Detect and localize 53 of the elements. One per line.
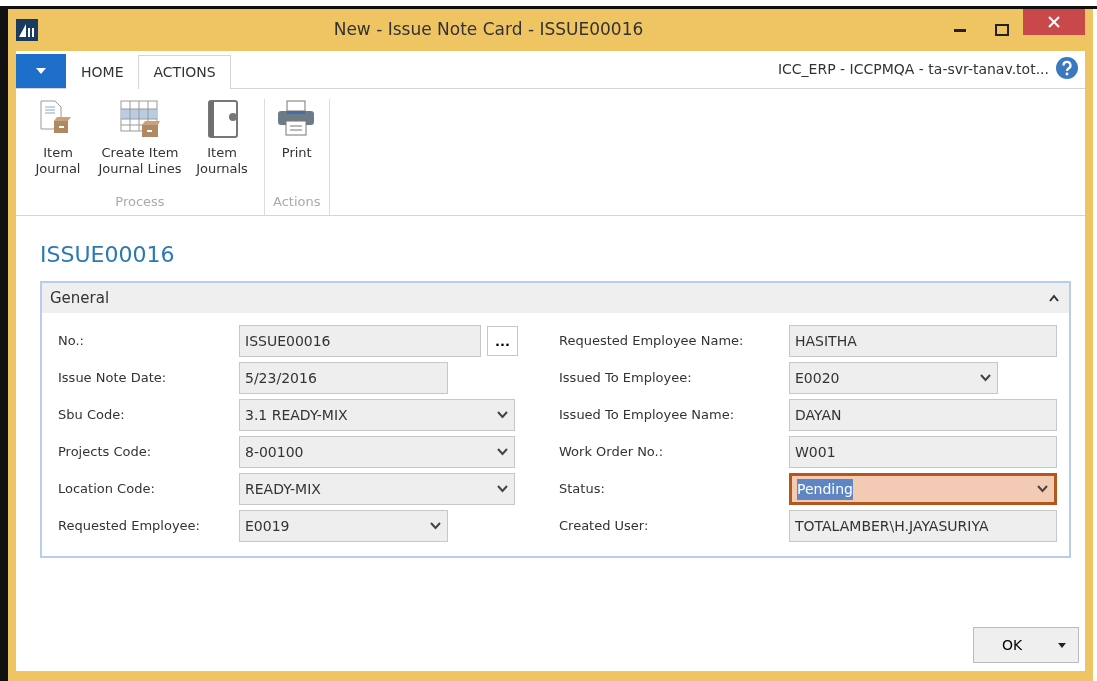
dropdown-field[interactable]: Pending	[789, 473, 1057, 505]
dropdown-field[interactable]: 3.1 READY-MIX	[239, 399, 515, 431]
minimize-icon	[954, 28, 966, 32]
chevron-icon	[980, 374, 991, 382]
field-label: Status:	[559, 480, 606, 499]
input-field[interactable]: 5/23/2016	[239, 362, 448, 394]
ribbon-action[interactable]: Print	[273, 99, 320, 192]
field-label: Projects Code:	[58, 443, 153, 462]
dropdown-field[interactable]: E0020	[789, 362, 998, 394]
chevron-icon	[497, 485, 508, 493]
field-label: Sbu Code:	[58, 406, 126, 425]
lookup-button[interactable]: ...	[487, 326, 518, 356]
field-label: Created User:	[559, 517, 650, 536]
chevron-icon	[1037, 485, 1048, 493]
ribbon-action[interactable]: Item Journal	[24, 99, 92, 192]
close-icon	[1048, 16, 1060, 28]
field-label: Work Order No.:	[559, 443, 665, 462]
group-label: Process	[115, 192, 165, 211]
input-field[interactable]: W001	[789, 436, 1057, 468]
field-label: Issued To Employee:	[559, 369, 693, 388]
field-label: Location Code:	[58, 480, 156, 499]
field-label: No.:	[58, 332, 85, 351]
section-title: General	[50, 287, 110, 309]
field-label: Issued To Employee Name:	[559, 406, 736, 425]
connection-text: ICC_ERP - ICCPMQA - ta-svr-tanav.tot...	[777, 60, 1049, 79]
dropdown-field[interactable]: E0019	[239, 510, 448, 542]
ribbon-action[interactable]: Create Item Journal Lines	[96, 99, 184, 192]
chevron-icon	[430, 522, 441, 530]
ribbon-action[interactable]: Item Journals	[188, 99, 256, 192]
input-field[interactable]: TOTALAMBER\H.JAYASURIYA	[789, 510, 1057, 542]
section-header[interactable]: General	[42, 283, 1069, 313]
chevron-icon	[497, 411, 508, 419]
input-field[interactable]: HASITHA	[789, 325, 1057, 357]
input-field[interactable]: ISSUE00016	[239, 325, 481, 357]
lines-icon	[119, 99, 161, 139]
ribbon-tab[interactable]: ACTIONS	[138, 55, 231, 89]
chevron-icon	[497, 448, 508, 456]
dropdown-field[interactable]: READY-MIX	[239, 473, 515, 505]
dropdown-field[interactable]: 8-00100	[239, 436, 515, 468]
maximize-icon	[995, 24, 1009, 36]
input-field[interactable]: DAYAN	[789, 399, 1057, 431]
app-logo-icon	[16, 19, 38, 41]
group-label: Actions	[273, 192, 321, 211]
window-title: New - Issue Note Card - ISSUE00016	[332, 18, 645, 42]
close-button[interactable]	[1023, 9, 1085, 35]
help-icon	[1055, 55, 1079, 80]
field-label: Requested Employee:	[58, 517, 201, 536]
ok-button[interactable]: OK	[973, 627, 1079, 663]
caret-icon	[1058, 642, 1066, 648]
field-label: Issue Note Date:	[58, 369, 168, 388]
record-heading: ISSUE00016	[40, 241, 176, 269]
caret-icon	[36, 68, 46, 74]
field-label: Requested Employee Name:	[559, 332, 745, 351]
